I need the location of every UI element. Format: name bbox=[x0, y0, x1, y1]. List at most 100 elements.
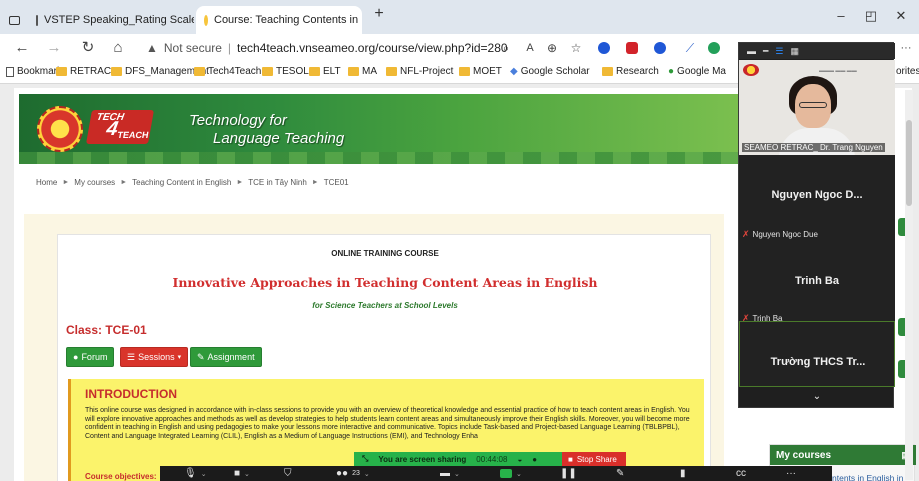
my-courses-header: My courses ▤ bbox=[770, 445, 916, 465]
scrollbar-thumb[interactable] bbox=[906, 120, 912, 206]
chat-button[interactable]: ▬ ⌄ bbox=[440, 466, 460, 481]
sessions-dropdown[interactable]: ☰ Sessions ▾ bbox=[120, 347, 189, 367]
search-icon[interactable]: ⌕ bbox=[496, 39, 516, 57]
bookmark-overflow[interactable]: orites bbox=[896, 66, 919, 77]
bookmark-folder[interactable]: Research bbox=[602, 66, 659, 77]
breadcrumb-home[interactable]: Home bbox=[36, 178, 57, 187]
caret-down-icon: ⌄ bbox=[200, 470, 207, 478]
zoom-icon[interactable]: ⊕ bbox=[542, 39, 562, 57]
participants-icon: ●● bbox=[336, 468, 349, 479]
back-button[interactable]: ← bbox=[12, 39, 32, 57]
restore-window-button[interactable]: ◰ bbox=[856, 8, 886, 24]
block-title: My courses bbox=[776, 449, 832, 461]
new-tab-button[interactable]: + bbox=[364, 5, 394, 23]
bookmark-folder[interactable]: MOET bbox=[459, 66, 502, 77]
share-status[interactable]: ⤡ You are screen sharing 00:44:08 ◒ ● bbox=[354, 452, 562, 466]
url-text[interactable]: tech4teach.vnseameo.org/course/view.php?… bbox=[237, 41, 508, 55]
moodle-gear-icon bbox=[204, 14, 208, 26]
bookmark-folder[interactable]: MA bbox=[348, 66, 377, 77]
extension-icon[interactable] bbox=[626, 42, 638, 54]
bookmark-label: RETRAC bbox=[70, 66, 112, 77]
stop-share-button[interactable]: ■ Stop Share bbox=[562, 452, 626, 466]
bookmark-label: MA bbox=[362, 66, 377, 77]
share-status-text: You are screen sharing bbox=[378, 454, 467, 464]
bookmark-page-icon bbox=[6, 66, 14, 77]
more-menu-button[interactable]: ··· bbox=[896, 39, 916, 57]
video-button[interactable]: ■ ⌄ bbox=[234, 466, 250, 481]
favorite-icon[interactable]: ☆ bbox=[566, 39, 586, 57]
more-button[interactable]: ··· bbox=[786, 466, 796, 481]
camera-icon: ■ bbox=[234, 468, 241, 479]
read-aloud-icon[interactable]: A bbox=[520, 39, 540, 57]
tab-vstep[interactable]: VSTEP Speaking_Rating Scale.pd ✕ bbox=[28, 6, 194, 34]
captions-button[interactable]: cc bbox=[736, 466, 746, 481]
folder-icon bbox=[386, 67, 397, 76]
pause-icon: ❚❚ bbox=[560, 468, 577, 479]
minimize-window-button[interactable]: – bbox=[826, 8, 856, 23]
breadcrumb-course[interactable]: TCE01 bbox=[324, 178, 349, 187]
bookmark-link[interactable]: ● Google Ma bbox=[668, 66, 726, 77]
active-speaker-video[interactable]: ▬▬▬ ▬▬ ▬▬ SEAMEO RETRAC_ Dr. Trang Nguye… bbox=[739, 60, 895, 155]
bookmark-folder[interactable]: NFL-Project bbox=[386, 66, 453, 77]
mute-button[interactable]: 🎙 ⌄ bbox=[184, 466, 207, 481]
bookmark-folder[interactable]: TESOL bbox=[262, 66, 309, 77]
speaker-name: SEAMEO RETRAC_ Dr. Trang Nguyen bbox=[742, 143, 885, 152]
breadcrumb-separator: ► bbox=[311, 179, 319, 186]
extension-icon[interactable] bbox=[708, 42, 720, 54]
participant-display-name: Trường THCS Tr... bbox=[770, 356, 866, 368]
participants-button[interactable]: ●● 23 ⌄ bbox=[336, 466, 370, 481]
button-label: Forum bbox=[81, 352, 108, 362]
zoom-meeting-toolbar: 🎙 ⌄ ■ ⌄ ⛉ ●● 23 ⌄ ▬ ⌄ ⌄ ❚❚ ✎ ▮ cc ··· bbox=[160, 466, 832, 481]
warning-icon[interactable]: ▲ bbox=[146, 41, 158, 55]
forum-button[interactable]: ● Forum bbox=[66, 347, 115, 367]
scroll-down-icon[interactable]: ⌄ bbox=[739, 391, 895, 402]
home-button[interactable]: ⌂ bbox=[108, 39, 128, 57]
caret-down-icon: ⌄ bbox=[363, 470, 370, 478]
speaker-view-icon[interactable]: ☰ bbox=[775, 46, 783, 57]
participant-tile[interactable]: Trinh Ba ✗ Trinh Ba bbox=[739, 239, 895, 327]
minimize-icon[interactable]: ▬ bbox=[747, 46, 756, 56]
security-button[interactable]: ⛉ bbox=[284, 466, 292, 481]
reload-button[interactable]: ↻ bbox=[78, 39, 98, 57]
address-bar[interactable]: ▲ Not secure | tech4teach.vnseameo.org/c… bbox=[140, 37, 730, 59]
bookmark-folder[interactable]: RETRAC bbox=[56, 66, 111, 77]
tech4teach-logo: TECH 4 TEACH bbox=[86, 110, 154, 144]
share-drag-icon: ⤡ bbox=[362, 454, 369, 463]
participant-tile[interactable]: Trường THCS Tr... bbox=[739, 321, 895, 387]
extension-icon[interactable] bbox=[598, 42, 610, 54]
link-icon[interactable]: ⟋ bbox=[680, 39, 700, 57]
breadcrumb-subcategory[interactable]: TCE in Tây Ninh bbox=[248, 178, 307, 187]
more-icon: ··· bbox=[786, 468, 796, 479]
remote-control-button[interactable]: ▮ bbox=[680, 466, 686, 481]
map-pin-icon: ● bbox=[668, 66, 675, 77]
hide-icon[interactable]: ━ bbox=[763, 46, 768, 57]
tab-course[interactable]: Course: Teaching Contents in En ✕ bbox=[196, 6, 362, 34]
seameo-logo-icon bbox=[37, 106, 83, 152]
forward-button[interactable]: → bbox=[44, 39, 64, 57]
bookmark-folder[interactable]: ELT bbox=[309, 66, 341, 77]
tab-actions-button[interactable] bbox=[6, 6, 24, 34]
bookmark-link[interactable]: ◆ Google Scholar bbox=[510, 66, 590, 77]
annotate-button[interactable]: ✎ bbox=[616, 466, 624, 481]
introduction-heading: INTRODUCTION bbox=[85, 387, 177, 401]
participants-count: 23 bbox=[352, 470, 360, 477]
close-window-button[interactable]: ✕ bbox=[886, 8, 916, 24]
gallery-view-icon[interactable]: ▦ bbox=[791, 46, 800, 57]
breadcrumb-category[interactable]: Teaching Content in English bbox=[132, 178, 231, 187]
site-banner[interactable]: TECH 4 TEACH Technology for Language Tea… bbox=[19, 94, 744, 164]
button-label: Sessions bbox=[138, 352, 175, 362]
pause-share-button[interactable]: ❚❚ bbox=[560, 466, 577, 481]
breadcrumb-my-courses[interactable]: My courses bbox=[74, 178, 115, 187]
caret-down-icon: ⌄ bbox=[454, 470, 460, 478]
share-screen-button[interactable]: ⌄ bbox=[500, 466, 522, 481]
banner-subtitle: Language Teaching bbox=[213, 130, 345, 147]
zoom-panel-controls: ▬ ━ ☰ ▦ bbox=[739, 43, 895, 59]
bookmark-folder[interactable]: Tech4Teach bbox=[194, 66, 261, 77]
extension-icon[interactable] bbox=[654, 42, 666, 54]
zoom-video-panel: ▬ ━ ☰ ▦ ▬▬▬ ▬▬ ▬▬ SEAMEO RETRAC_ Dr. Tra… bbox=[738, 42, 895, 408]
caret-down-icon: ⌄ bbox=[516, 470, 522, 478]
folder-icon bbox=[309, 67, 320, 76]
participant-tile[interactable]: Nguyen Ngoc D... ✗ Nguyen Ngoc Due bbox=[739, 155, 895, 243]
assignment-button[interactable]: ✎ Assignment bbox=[190, 347, 262, 367]
security-label[interactable]: Not secure bbox=[164, 41, 222, 55]
